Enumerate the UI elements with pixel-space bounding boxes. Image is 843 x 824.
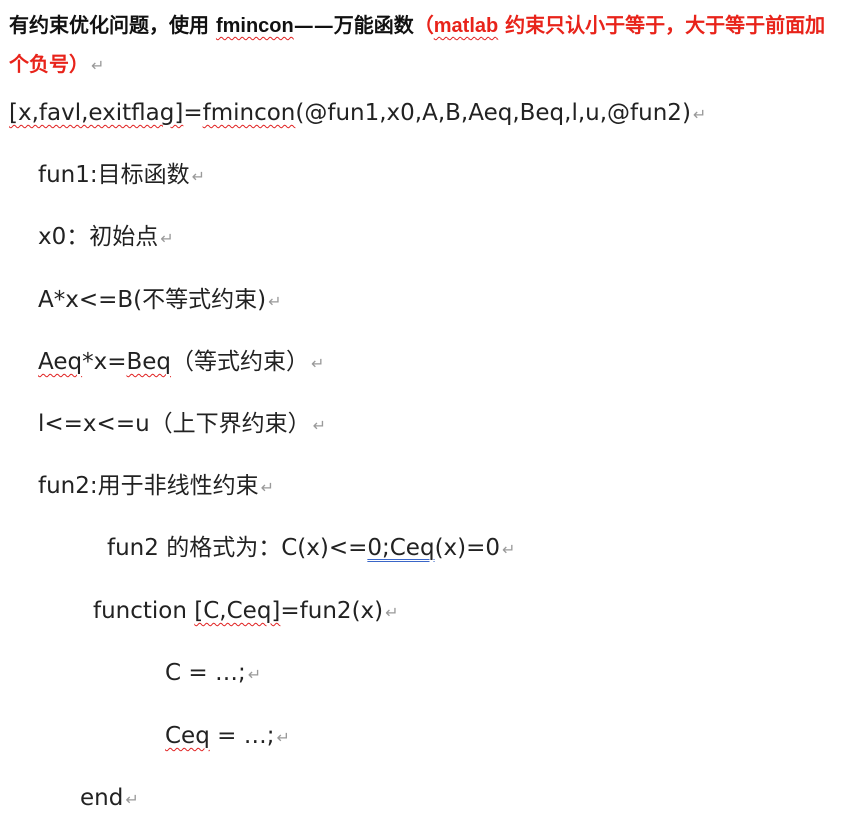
param-bounds: l<=x<=u（上下界约束） ↵ bbox=[38, 409, 326, 441]
param-eq-desc: （等式约束） bbox=[171, 349, 310, 375]
heading-text: 有约束优化问题，使用 bbox=[9, 13, 216, 37]
paragraph-mark: ↵ bbox=[312, 416, 327, 435]
fun2-format-c: (x)=0 bbox=[434, 535, 501, 561]
param-fun2: fun2:用于非线性约束 ↵ bbox=[38, 471, 274, 503]
param-fun1: fun1:目标函数 ↵ bbox=[38, 160, 205, 192]
paragraph-mark: ↵ bbox=[260, 478, 275, 497]
param-fun1-text: fun1:目标函数 bbox=[38, 162, 190, 188]
param-ineq: A*x<=B(不等式约束) ↵ bbox=[38, 285, 282, 317]
param-bounds-text: l<=x<=u（上下界约束） bbox=[38, 411, 311, 437]
param-eq-mid: *x= bbox=[82, 349, 127, 375]
paragraph-mark: ↵ bbox=[91, 56, 105, 75]
paragraph-mark: ↵ bbox=[385, 603, 399, 622]
code-function-outputs: [C,Ceq] bbox=[194, 598, 281, 624]
heading-paragraph: 有约束优化问题，使用 fmincon——万能函数（matlab 约束只认小于等于… bbox=[9, 6, 839, 85]
param-eq-beq: Beq bbox=[126, 349, 172, 375]
param-x0: x0：初始点 ↵ bbox=[38, 222, 174, 254]
fun2-format-a: fun2 的格式为：C(x)<= bbox=[107, 535, 368, 561]
paragraph-mark: ↵ bbox=[247, 665, 262, 684]
paragraph-mark: ↵ bbox=[191, 167, 206, 186]
code-function-line: function [C,Ceq]=fun2(x) ↵ bbox=[93, 596, 399, 628]
code-function-keyword: function bbox=[93, 598, 195, 624]
param-x0-text: x0：初始点 bbox=[38, 224, 159, 250]
paragraph-mark: ↵ bbox=[692, 105, 707, 124]
code-c-line: C = …; ↵ bbox=[165, 658, 261, 690]
call-args: (@fun1,x0,A,B,Aeq,Beq,l,u,@fun2) bbox=[295, 100, 691, 126]
call-equals: = bbox=[183, 100, 203, 126]
document-page: 有约束优化问题，使用 fmincon——万能函数（matlab 约束只认小于等于… bbox=[0, 0, 843, 824]
code-c-text: C = …; bbox=[165, 660, 246, 686]
code-function-sig: =fun2(x) bbox=[280, 598, 384, 624]
paragraph-mark: ↵ bbox=[502, 540, 516, 559]
fun2-format-b: 0;Ceq bbox=[367, 535, 435, 561]
code-end-text: end bbox=[80, 785, 124, 811]
paragraph-mark: ↵ bbox=[276, 728, 290, 747]
paragraph-mark: ↵ bbox=[125, 790, 139, 809]
code-end-line: end ↵ bbox=[80, 783, 139, 815]
heading-note-matlab: matlab bbox=[433, 15, 499, 37]
param-fun2-text: fun2:用于非线性约束 bbox=[38, 473, 259, 499]
heading-note-open: （ bbox=[413, 13, 434, 37]
paragraph-mark: ↵ bbox=[311, 354, 325, 373]
param-ineq-text: A*x<=B(不等式约束) bbox=[38, 287, 267, 313]
code-ceq-rest: = …; bbox=[209, 723, 275, 749]
fmincon-call-line: [x,favl,exitflag]=fmincon(@fun1,x0,A,B,A… bbox=[9, 98, 706, 130]
code-ceq-line: Ceq = …; ↵ bbox=[165, 721, 290, 753]
param-eq-aeq: Aeq bbox=[38, 349, 83, 375]
fun2-format-line: fun2 的格式为：C(x)<=0;Ceq(x)=0 ↵ bbox=[107, 533, 515, 565]
heading-fmincon: fmincon bbox=[215, 15, 294, 37]
code-ceq-name: Ceq bbox=[165, 723, 210, 749]
call-fmincon: fmincon bbox=[202, 100, 296, 126]
call-outputs: [x,favl,exitflag] bbox=[9, 100, 184, 126]
heading-text-2: ——万能函数 bbox=[293, 13, 414, 37]
paragraph-mark: ↵ bbox=[160, 229, 174, 248]
paragraph-mark: ↵ bbox=[268, 292, 282, 311]
param-eq: Aeq*x=Beq（等式约束） ↵ bbox=[38, 347, 324, 379]
